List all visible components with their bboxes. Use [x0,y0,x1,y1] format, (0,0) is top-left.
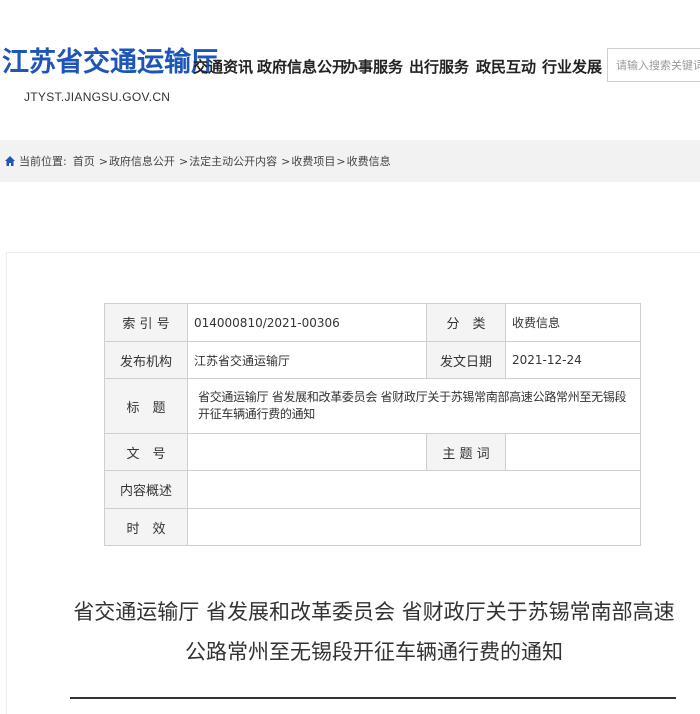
meta-row: 发布机构 江苏省交通运输厅 发文日期 2021-12-24 [104,341,641,379]
breadcrumb-statutory-content[interactable]: 法定主动公开内容 [189,153,277,169]
breadcrumb-separator: > [178,154,189,168]
keywords-value [505,433,641,471]
meta-row: 时 效 [104,508,641,546]
breadcrumb-home[interactable]: 首页 [73,153,95,169]
date-value: 2021-12-24 [505,341,641,379]
publisher-value: 江苏省交通运输厅 [187,341,427,379]
breadcrumb-prefix: 当前位置: [19,155,67,168]
index-label: 索 引 号 [104,303,188,342]
nav-item-gov-info[interactable]: 政府信息公开 [257,56,347,77]
breadcrumb: 当前位置: 首页 > 政府信息公开 > 法定主动公开内容 > 收费项目 > 收费… [4,153,391,169]
breadcrumb-bar: 当前位置: 首页 > 政府信息公开 > 法定主动公开内容 > 收费项目 > 收费… [0,140,700,182]
publisher-label: 发布机构 [104,341,188,379]
summary-label: 内容概述 [104,470,188,509]
breadcrumb-separator: > [98,154,108,168]
summary-value [187,470,641,509]
docnum-label: 文 号 [104,433,188,471]
validity-label: 时 效 [104,508,188,546]
breadcrumb-fee-info[interactable]: 收费信息 [347,153,391,169]
breadcrumb-gov-info[interactable]: 政府信息公开 [109,153,175,169]
meta-row: 内容概述 [104,470,641,509]
search-box [607,48,700,82]
breadcrumb-fee-items[interactable]: 收费项目 [291,153,335,169]
category-value: 收费信息 [505,303,641,342]
breadcrumb-separator: > [336,154,346,168]
index-value: 014000810/2021-00306 [187,303,427,342]
keywords-label: 主 题 词 [426,433,506,471]
title-divider [70,697,676,699]
meta-row: 索 引 号 014000810/2021-00306 分 类 收费信息 [104,303,641,342]
document-meta-table: 索 引 号 014000810/2021-00306 分 类 收费信息 发布机构… [104,303,641,546]
nav-item-traffic-news[interactable]: 交通资讯 [193,56,253,77]
site-domain: JTYST.JIANGSU.GOV.CN [24,90,171,104]
meta-row: 文 号 主 题 词 [104,433,641,471]
home-icon [5,156,15,166]
date-label: 发文日期 [426,341,506,379]
search-input[interactable] [608,49,700,81]
nav-item-industry[interactable]: 行业发展 [542,56,602,77]
meta-row: 标 题 省交通运输厅 省发展和改革委员会 省财政厅关于苏锡常南部高速公路常州至无… [104,378,641,434]
breadcrumb-separator: > [281,154,291,168]
article-title: 省交通运输厅 省发展和改革委员会 省财政厅关于苏锡常南部高速公路常州至无锡段开征… [73,600,675,664]
title-value: 省交通运输厅 省发展和改革委员会 省财政厅关于苏锡常南部高速公路常州至无锡段开征… [187,378,641,434]
nav-item-services[interactable]: 办事服务 [343,56,403,77]
site-logo-title[interactable]: 江苏省交通运输厅 [2,40,218,79]
nav-item-interaction[interactable]: 政民互动 [476,56,536,77]
title-label: 标 题 [104,378,188,434]
validity-value [187,508,641,546]
category-label: 分 类 [426,303,506,342]
docnum-value [187,433,427,471]
nav-item-travel[interactable]: 出行服务 [409,56,469,77]
site-header: 江苏省交通运输厅 JTYST.JIANGSU.GOV.CN 交通资讯 政府信息公… [0,0,700,122]
